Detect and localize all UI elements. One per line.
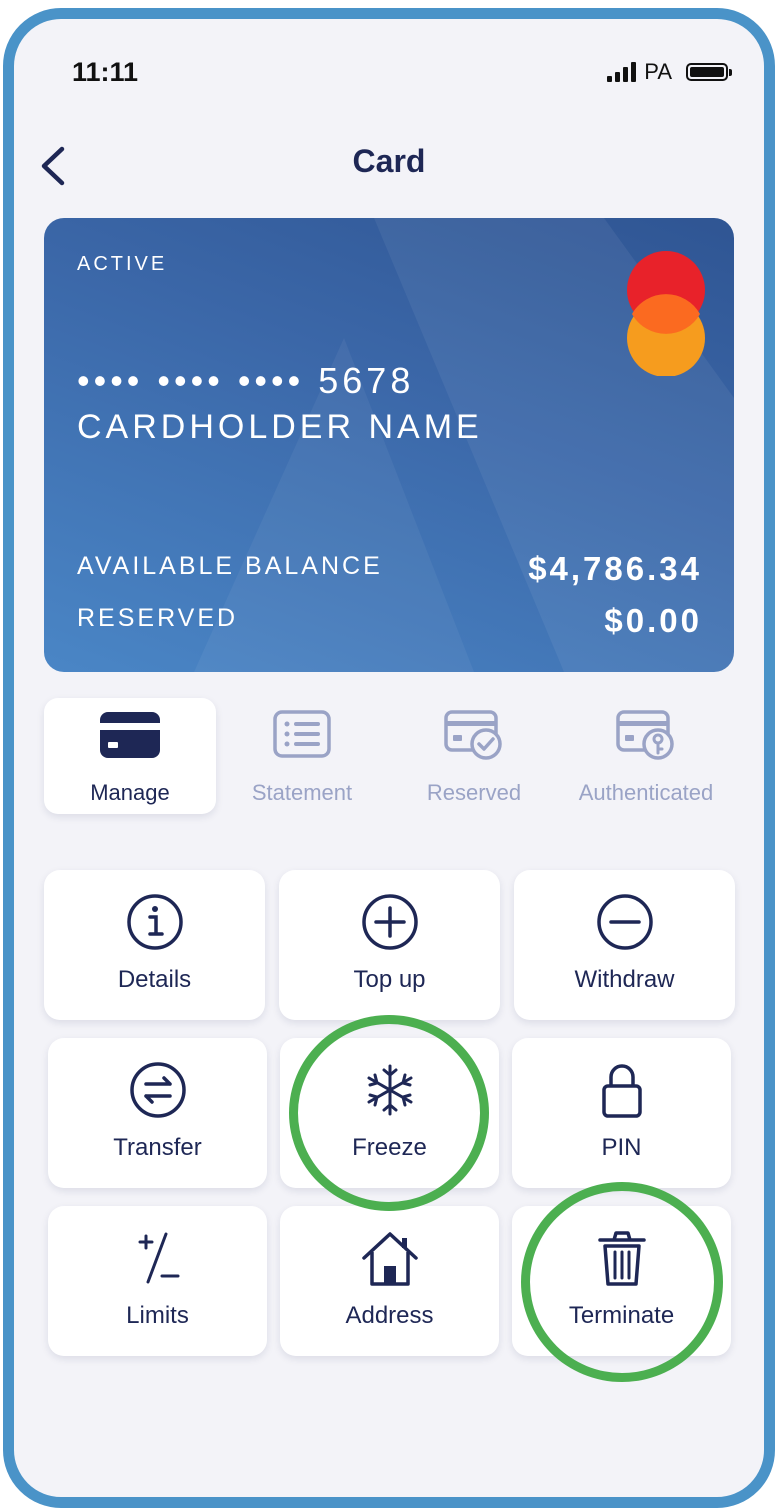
withdraw-label: Withdraw [574, 966, 675, 993]
limits-button[interactable]: Limits [48, 1206, 267, 1356]
status-indicators: PA [607, 59, 732, 85]
cardholder-name: CARDHOLDER NAME [77, 408, 483, 446]
top-up-label: Top up [353, 966, 426, 993]
tab-label: Reserved [426, 780, 522, 805]
address-label: Address [345, 1302, 434, 1329]
terminate-button[interactable]: Terminate [512, 1206, 731, 1356]
statement-list-icon [273, 710, 331, 758]
available-balance-value: $4,786.34 [528, 550, 702, 587]
withdraw-button[interactable]: Withdraw [514, 870, 735, 1020]
details-button[interactable]: Details [44, 870, 265, 1020]
freeze-button[interactable]: Freeze [280, 1038, 499, 1188]
carrier-label: PA [644, 59, 672, 84]
available-balance-label: AVAILABLE BALANCE [77, 552, 383, 580]
status-time: 11:11 [72, 57, 139, 87]
card-status: ACTIVE [77, 253, 168, 275]
mastercard-logo-icon [626, 246, 706, 377]
tab-authenticated[interactable]: Authenticated [560, 698, 732, 814]
reserved-label: RESERVED [77, 604, 239, 632]
tab-label: Statement [251, 780, 353, 805]
signal-icon [607, 62, 637, 82]
trash-icon [597, 1231, 646, 1286]
minus-circle-icon [596, 894, 653, 950]
tab-label: Authenticated [578, 780, 714, 805]
details-label: Details [117, 966, 192, 993]
tab-manage[interactable]: Manage [44, 698, 216, 814]
freeze-label: Freeze [352, 1134, 427, 1161]
pin-button[interactable]: PIN [512, 1038, 731, 1188]
tab-statement[interactable]: Statement [216, 698, 388, 814]
phone-frame: 11:11 PA Card ACTIVE •••• •••• •••• 5678… [3, 8, 775, 1508]
terminate-label: Terminate [568, 1302, 675, 1329]
home-icon [361, 1232, 418, 1286]
transfer-label: Transfer [113, 1134, 202, 1161]
card-number: •••• •••• •••• 5678 [77, 360, 415, 401]
limits-label: Limits [126, 1302, 189, 1329]
tab-label: Manage [90, 780, 170, 805]
bank-card[interactable]: ACTIVE •••• •••• •••• 5678 CARDHOLDER NA… [44, 218, 734, 672]
pin-label: PIN [601, 1134, 642, 1161]
top-up-button[interactable]: Top up [279, 870, 500, 1020]
page-title: Card [352, 143, 426, 179]
transfer-button[interactable]: Transfer [48, 1038, 267, 1188]
battery-icon [686, 63, 732, 81]
card-key-icon [616, 710, 674, 760]
plus-minus-icon [138, 1232, 179, 1284]
transfer-icon [129, 1062, 186, 1118]
info-icon [126, 894, 183, 950]
tab-reserved[interactable]: Reserved [388, 698, 560, 814]
reserved-value: $0.00 [604, 602, 702, 639]
snowflake-icon [367, 1064, 412, 1116]
plus-circle-icon [361, 894, 418, 950]
lock-icon [601, 1064, 642, 1118]
address-button[interactable]: Address [280, 1206, 499, 1356]
card-check-icon [444, 710, 502, 760]
credit-card-icon [100, 712, 160, 758]
